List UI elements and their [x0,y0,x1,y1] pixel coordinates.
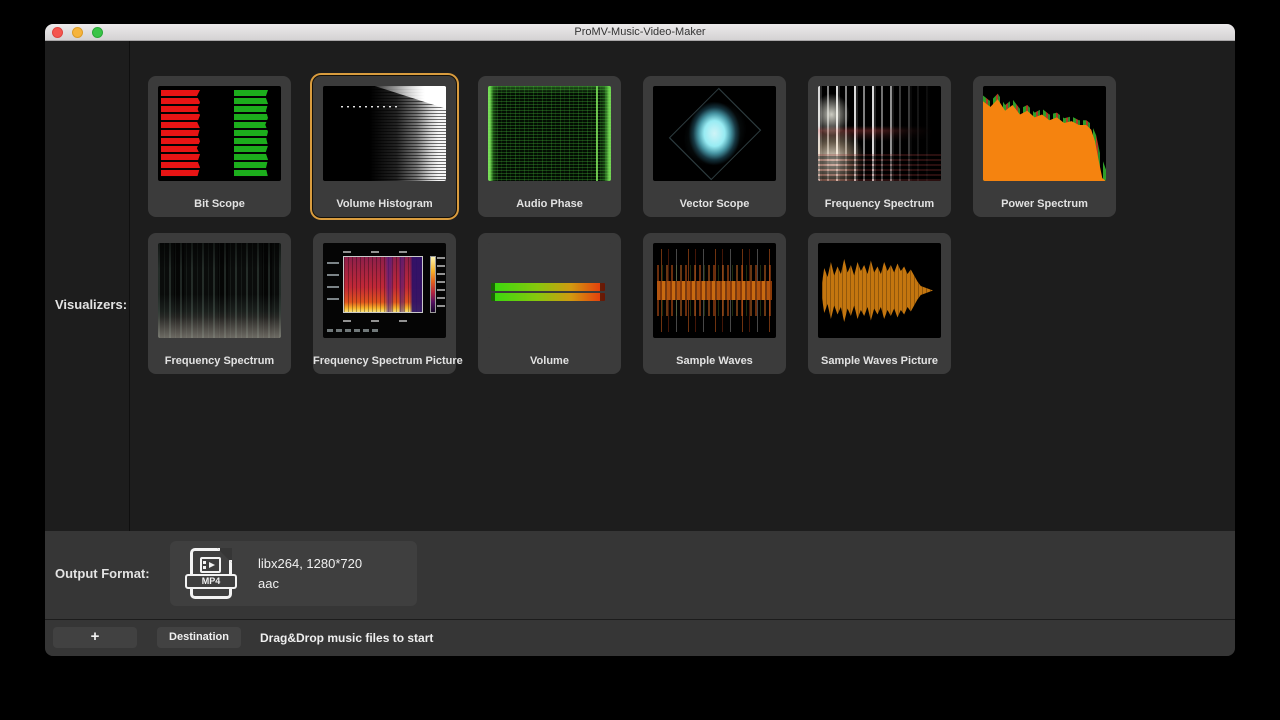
visualizer-label: Frequency Spectrum [148,355,291,367]
film-hole [203,561,206,564]
format-line1: libx264, 1280*720 [258,554,362,574]
spectrogram-colorbar-labels [437,257,444,312]
power-spectrum-thumbnail [983,86,1106,181]
vector-scope-thumbnail [653,86,776,181]
film-hole [203,566,206,569]
visualizer-tile-frequency-spectrum-picture[interactable]: Frequency Spectrum Picture [313,233,456,374]
mp4-file-icon: MP4 [190,548,232,599]
title-bar[interactable]: ProMV-Music-Video-Maker [45,24,1235,41]
frequency-spectrum-thumbnail [818,86,941,181]
visualizer-tile-audio-phase[interactable]: Audio Phase [478,76,621,217]
spectrogram-colorbar [430,256,436,313]
frequency-spectrum-picture-thumbnail [323,243,446,338]
visualizer-label: Bit Scope [148,198,291,210]
visualizer-label: Power Spectrum [973,198,1116,210]
visualizer-label: Audio Phase [478,198,621,210]
visualizer-tile-volume-histogram[interactable]: Volume Histogram [313,76,456,217]
visualizer-tile-power-spectrum[interactable]: Power Spectrum [973,76,1116,217]
audio-phase-thumbnail [488,86,611,181]
add-files-button[interactable]: + [53,627,137,648]
visualizer-tile-sample-waves[interactable]: Sample Waves [643,233,786,374]
visualizer-label: Frequency Spectrum [808,198,951,210]
visualizer-tile-volume[interactable]: Volume [478,233,621,374]
visualizer-label: Vector Scope [643,198,786,210]
output-format-box[interactable]: MP4 libx264, 1280*720 aac [170,541,417,606]
output-format-section: Output Format: MP4 libx264, 1280*720 aac [45,531,1235,619]
spectrogram-caption [327,329,379,332]
spectrogram-y-axis [327,262,339,308]
bottom-toolbar: + Destination Drag&Drop music files to s… [45,619,1235,656]
spectrogram-top-ticks [343,251,423,253]
visualizer-label: Volume Histogram [313,198,456,210]
film-frame-icon [200,557,221,573]
format-description: libx264, 1280*720 aac [258,554,362,594]
visualizer-grid-area: Visualizers: Bit Scope Volume Histogram … [45,41,1235,531]
app-window: ProMV-Music-Video-Maker Visualizers: Bit… [45,24,1235,656]
destination-button[interactable]: Destination [157,627,241,648]
volume-thumbnail [488,243,611,338]
sample-waves-thumbnail [653,243,776,338]
visualizer-label: Volume [478,355,621,367]
visualizer-tile-frequency-spectrum-2[interactable]: Frequency Spectrum [148,233,291,374]
waveform-shape [822,253,933,328]
visualizer-tile-sample-waves-picture[interactable]: Sample Waves Picture [808,233,951,374]
volume-histogram-thumbnail [323,86,446,181]
frequency-spectrum-dark-thumbnail [158,243,281,338]
sidebar-divider [129,41,130,531]
mp4-badge: MP4 [185,574,237,589]
visualizer-tile-vector-scope[interactable]: Vector Scope [643,76,786,217]
visualizer-tile-bit-scope[interactable]: Bit Scope [148,76,291,217]
waveform-layer [657,281,772,300]
sample-waves-picture-thumbnail [818,243,941,338]
window-title: ProMV-Music-Video-Maker [45,24,1235,41]
bit-scope-thumbnail [158,86,281,181]
spectrogram-x-axis [343,320,423,322]
visualizers-label: Visualizers: [55,297,127,312]
visualizer-tile-frequency-spectrum[interactable]: Frequency Spectrum [808,76,951,217]
output-format-label: Output Format: [55,566,150,581]
dragdrop-hint: Drag&Drop music files to start [260,631,433,645]
visualizer-label: Sample Waves [643,355,786,367]
play-icon [209,562,215,568]
visualizer-label: Sample Waves Picture [808,355,951,367]
format-line2: aac [258,574,362,594]
spectrogram-plot [343,256,423,313]
visualizer-label: Frequency Spectrum Picture [313,355,456,367]
